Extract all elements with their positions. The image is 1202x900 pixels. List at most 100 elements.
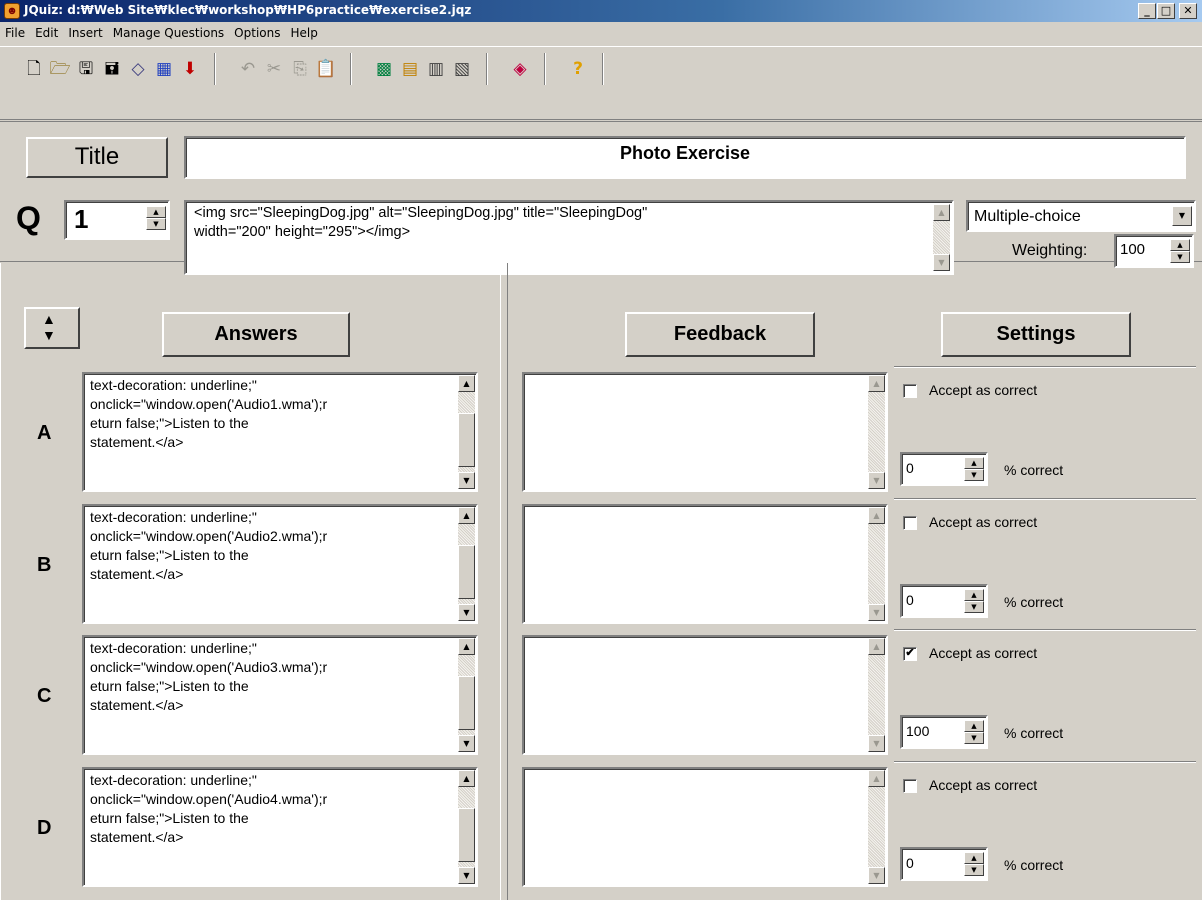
title-bar[interactable]: ☻ JQuiz: d:₩Web Site₩klec₩workshop₩HP6pr…: [0, 0, 1202, 22]
menu-edit[interactable]: Edit: [30, 22, 63, 44]
maximize-button[interactable]: □: [1157, 3, 1175, 19]
percent-correct-field[interactable]: 0 ▲ ▼: [900, 584, 988, 618]
spin-up-icon[interactable]: ▲: [146, 206, 166, 218]
percent-spinner[interactable]: ▲ ▼: [964, 589, 984, 613]
spin-down-icon[interactable]: ▼: [964, 864, 984, 876]
answer-scrollbar[interactable]: ▲ ▼: [458, 375, 475, 489]
save-icon[interactable]: 🖫: [74, 57, 98, 81]
spin-down-icon[interactable]: ▼: [964, 601, 984, 613]
menu-file[interactable]: File: [0, 22, 30, 44]
answer-scrollbar[interactable]: ▲ ▼: [458, 770, 475, 884]
open-folder-icon[interactable]: 🗁: [48, 57, 72, 81]
table-icon[interactable]: ▥: [424, 57, 448, 81]
scroll-up-icon[interactable]: ▲: [868, 507, 885, 524]
scroll-down-icon[interactable]: ▼: [458, 735, 475, 752]
feedback-text-area[interactable]: ▲ ▼: [522, 372, 888, 492]
scroll-up-icon[interactable]: ▲: [458, 507, 475, 524]
cut-icon[interactable]: ✂: [262, 57, 286, 81]
scroll-down-icon[interactable]: ▼: [868, 867, 885, 884]
arrow-down-icon[interactable]: ⬇: [178, 57, 202, 81]
accept-checkbox[interactable]: [903, 516, 917, 530]
menu-insert[interactable]: Insert: [63, 22, 107, 44]
question-number-spinner[interactable]: ▲ ▼: [146, 206, 166, 230]
scroll-thumb[interactable]: [458, 413, 475, 467]
feedback-text-area[interactable]: ▲ ▼: [522, 504, 888, 624]
spin-up-icon[interactable]: ▲: [964, 720, 984, 732]
scroll-thumb[interactable]: [458, 676, 475, 730]
accept-checkbox[interactable]: [903, 384, 917, 398]
web-export-icon[interactable]: ▦: [152, 57, 176, 81]
question-scrollbar[interactable]: ▲ ▼: [933, 204, 950, 271]
accept-label[interactable]: Accept as correct: [929, 777, 1037, 793]
scroll-down-icon[interactable]: ▼: [933, 254, 950, 271]
chevron-down-icon[interactable]: ▼: [1172, 206, 1192, 226]
save-as-icon[interactable]: 🖬: [100, 57, 124, 81]
feedback-scrollbar[interactable]: ▲ ▼: [868, 507, 885, 621]
scroll-down-icon[interactable]: ▼: [868, 604, 885, 621]
scroll-down-icon[interactable]: ▼: [868, 735, 885, 752]
question-type-select[interactable]: Multiple-choice ▼: [966, 200, 1196, 232]
percent-spinner[interactable]: ▲ ▼: [964, 852, 984, 876]
scroll-up-icon[interactable]: ▲: [868, 770, 885, 787]
title-button[interactable]: Title: [26, 137, 168, 178]
scroll-up-icon[interactable]: ▲: [458, 638, 475, 655]
scroll-down-icon[interactable]: ▼: [868, 472, 885, 489]
scroll-down-icon[interactable]: ▼: [458, 472, 475, 489]
link-icon[interactable]: ▧: [450, 57, 474, 81]
answer-text-area[interactable]: text-decoration: underline;" onclick="wi…: [82, 504, 478, 624]
answer-text-area[interactable]: text-decoration: underline;" onclick="wi…: [82, 767, 478, 887]
scroll-up-icon[interactable]: ▲: [868, 638, 885, 655]
accept-checkbox[interactable]: ✔: [903, 647, 917, 661]
copy-icon[interactable]: ⎘: [288, 57, 312, 81]
menu-manage-questions[interactable]: Manage Questions: [108, 22, 229, 44]
scroll-thumb[interactable]: [458, 545, 475, 599]
percent-correct-field[interactable]: 100 ▲ ▼: [900, 715, 988, 749]
spin-down-icon[interactable]: ▼: [146, 218, 166, 230]
accept-checkbox[interactable]: [903, 779, 917, 793]
minimize-button[interactable]: _: [1138, 3, 1156, 19]
feedback-scrollbar[interactable]: ▲ ▼: [868, 770, 885, 884]
scroll-up-icon[interactable]: ▲: [868, 375, 885, 392]
scroll-thumb[interactable]: [458, 808, 475, 862]
new-file-icon[interactable]: 🗋: [22, 57, 46, 81]
menu-help[interactable]: Help: [285, 22, 322, 44]
close-button[interactable]: ✕: [1179, 3, 1197, 19]
feedback-text-area[interactable]: ▲ ▼: [522, 635, 888, 755]
spin-down-icon[interactable]: ▼: [964, 469, 984, 481]
answer-scrollbar[interactable]: ▲ ▼: [458, 638, 475, 752]
image-icon[interactable]: ▩: [372, 57, 396, 81]
weighting-spinner[interactable]: ▲ ▼: [1170, 239, 1190, 263]
question-number-field[interactable]: 1 ▲ ▼: [64, 200, 170, 240]
accept-label[interactable]: Accept as correct: [929, 382, 1037, 398]
title-field[interactable]: Photo Exercise: [184, 136, 1186, 179]
feedback-scrollbar[interactable]: ▲ ▼: [868, 638, 885, 752]
insert-icon[interactable]: ▤: [398, 57, 422, 81]
app-icon[interactable]: ☻: [4, 3, 20, 19]
percent-correct-field[interactable]: 0 ▲ ▼: [900, 847, 988, 881]
help-icon[interactable]: ?: [566, 57, 590, 81]
undo-icon[interactable]: ↶: [236, 57, 260, 81]
spin-up-icon[interactable]: ▲: [964, 852, 984, 864]
answers-button[interactable]: Answers: [162, 312, 350, 357]
answer-text-area[interactable]: text-decoration: underline;" onclick="wi…: [82, 635, 478, 755]
scroll-down-icon[interactable]: ▼: [458, 867, 475, 884]
settings-button[interactable]: Settings: [941, 312, 1131, 357]
scroll-up-icon[interactable]: ▲: [933, 204, 950, 221]
menu-options[interactable]: Options: [229, 22, 285, 44]
weighting-field[interactable]: 100 ▲ ▼: [1114, 234, 1194, 268]
question-text-area[interactable]: <img src="SleepingDog.jpg" alt="Sleeping…: [184, 200, 954, 275]
eraser-icon[interactable]: ◇: [126, 57, 150, 81]
config-icon[interactable]: ◈: [508, 57, 532, 81]
feedback-scrollbar[interactable]: ▲ ▼: [868, 375, 885, 489]
spin-up-icon[interactable]: ▲: [964, 589, 984, 601]
accept-label[interactable]: Accept as correct: [929, 514, 1037, 530]
spin-up-icon[interactable]: ▲: [964, 457, 984, 469]
percent-spinner[interactable]: ▲ ▼: [964, 457, 984, 481]
answer-text-area[interactable]: text-decoration: underline;" onclick="wi…: [82, 372, 478, 492]
scroll-down-icon[interactable]: ▼: [458, 604, 475, 621]
feedback-button[interactable]: Feedback: [625, 312, 815, 357]
paste-icon[interactable]: 📋: [314, 57, 338, 81]
scroll-up-icon[interactable]: ▲: [458, 770, 475, 787]
percent-correct-field[interactable]: 0 ▲ ▼: [900, 452, 988, 486]
accept-label[interactable]: Accept as correct: [929, 645, 1037, 661]
